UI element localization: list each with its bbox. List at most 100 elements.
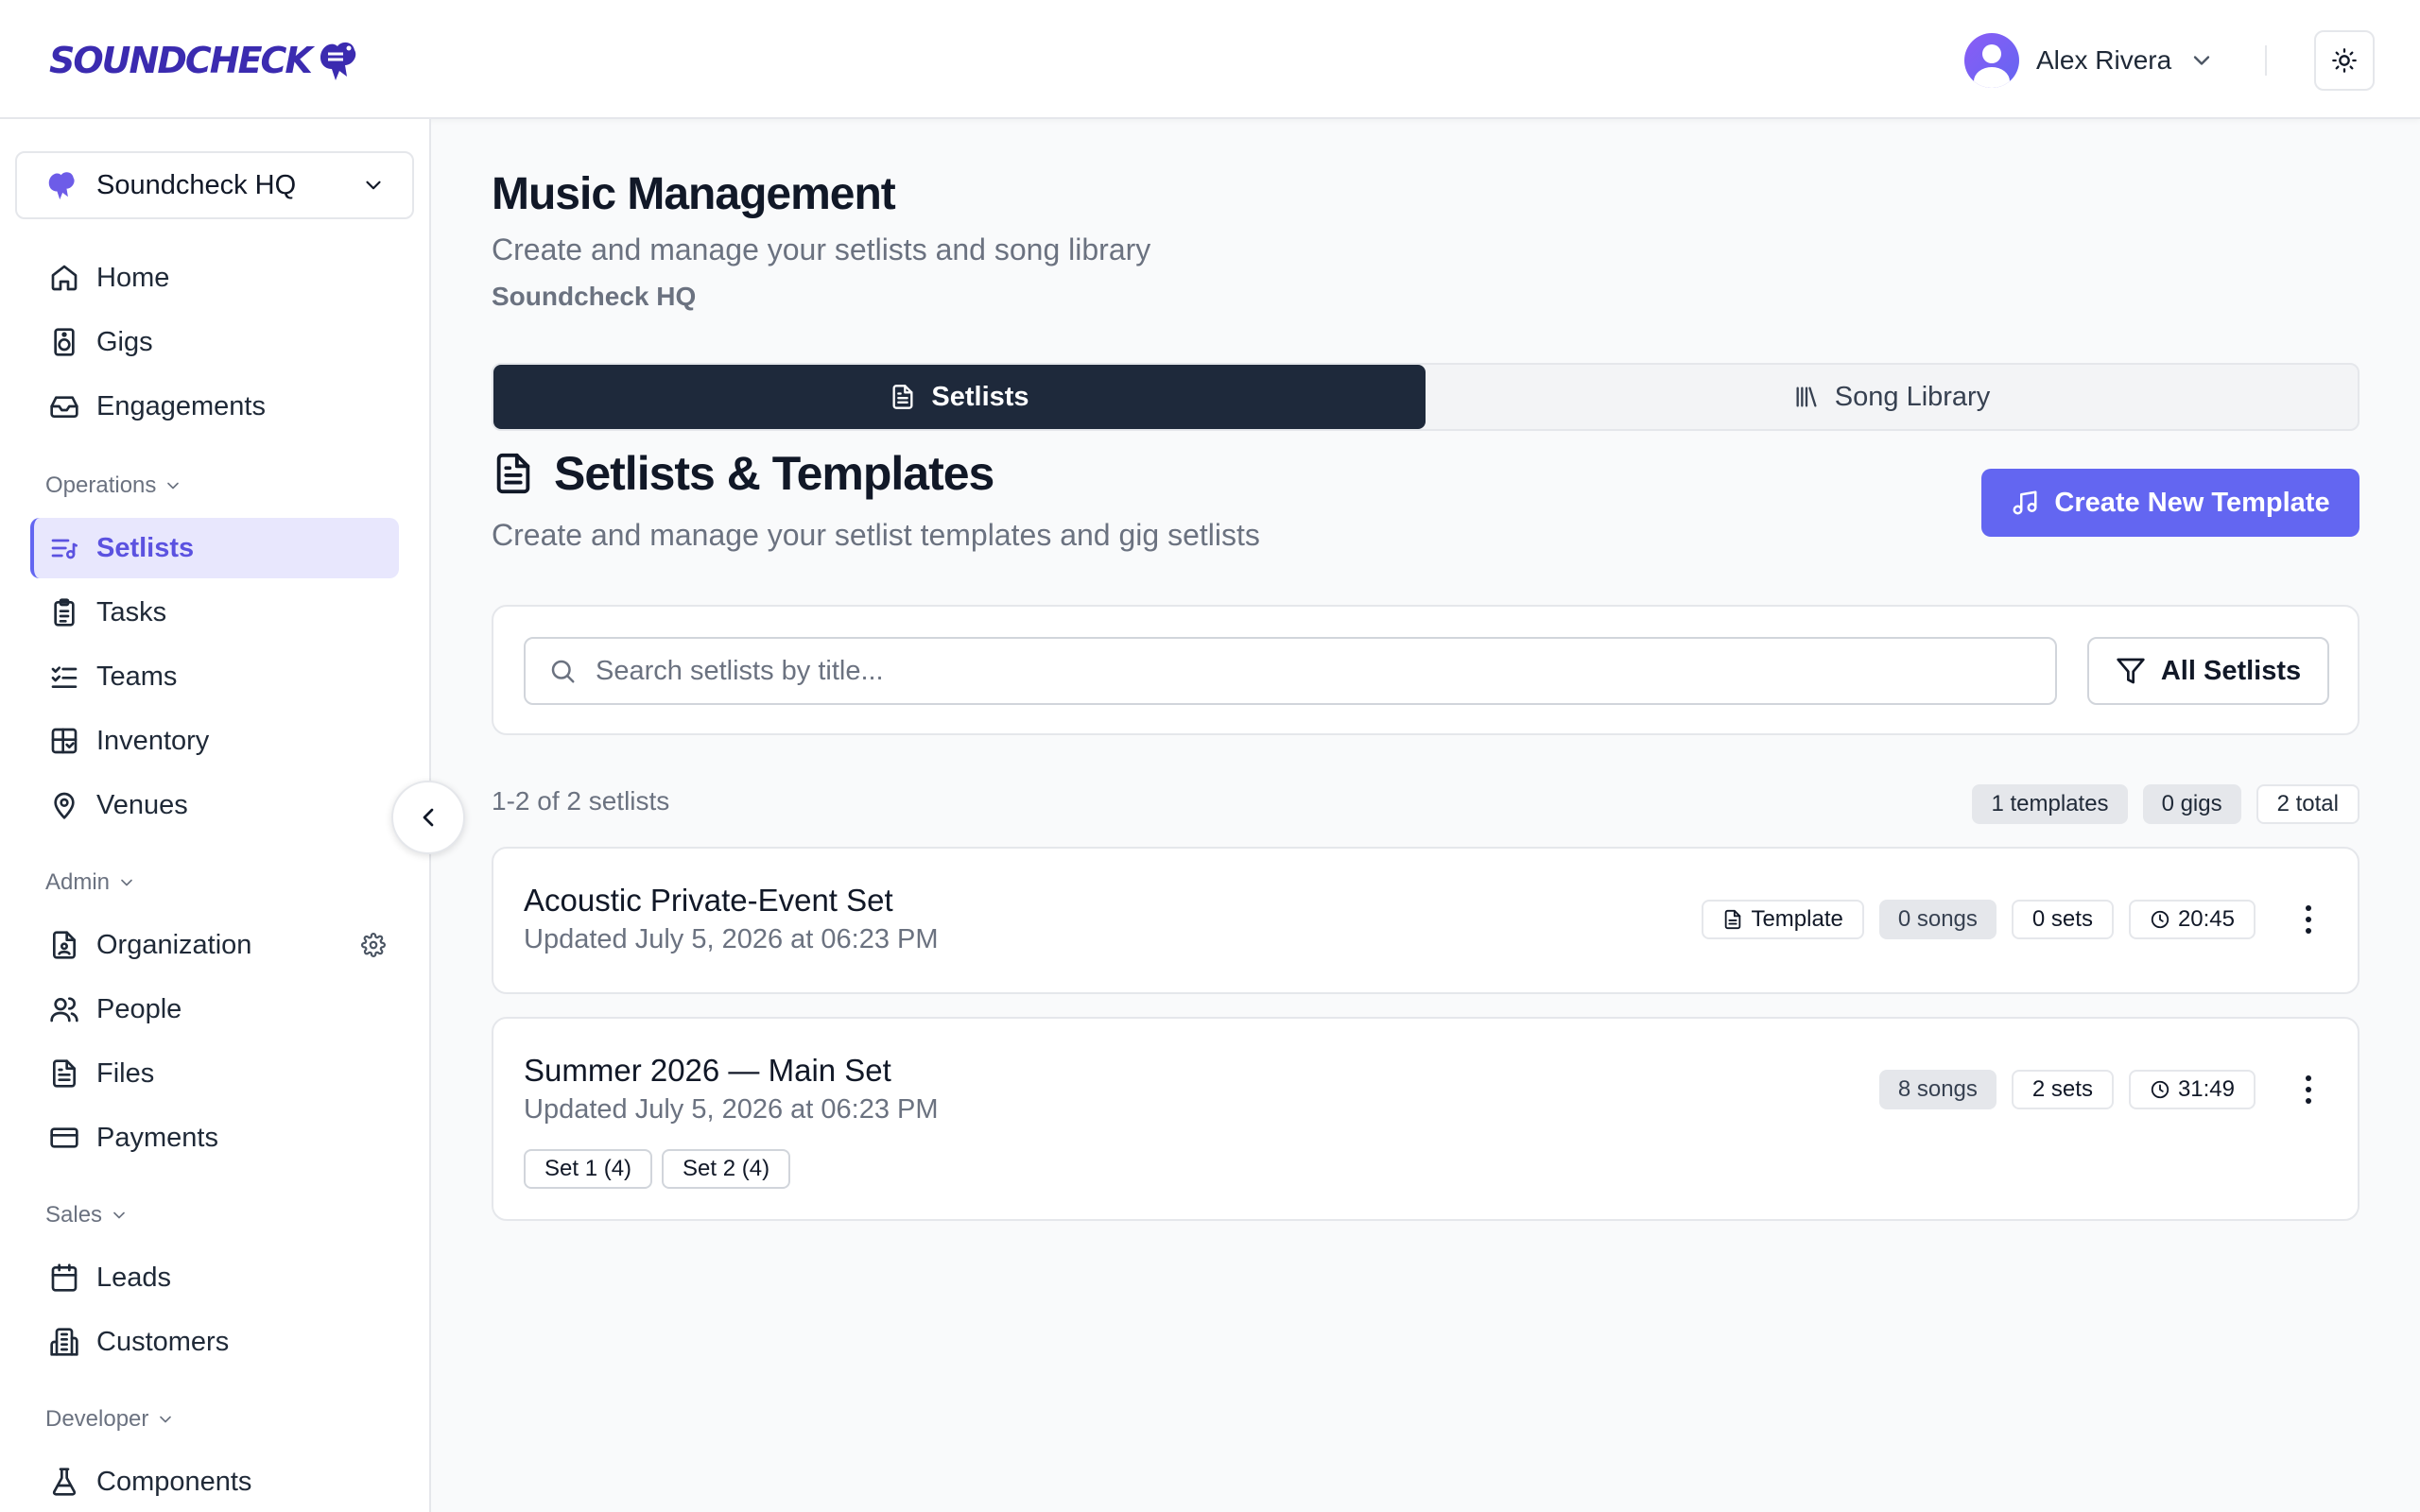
sidebar-item-label: Tasks [96,596,167,627]
results-count: 1-2 of 2 setlists [492,786,670,816]
stats-badges: 1 templates 0 gigs 2 total [1972,784,2360,824]
sidebar-item-people[interactable]: People [30,979,399,1040]
sidebar-item-label: Organization [96,929,252,960]
sidebar-item-components[interactable]: Components [30,1452,399,1512]
filter-icon [2117,658,2145,684]
section-label: Admin [45,869,111,895]
section-toggle-sales[interactable]: Sales [45,1202,129,1228]
tab-label: Song Library [1834,381,1991,412]
file-icon [53,1059,76,1088]
inbox-icon [50,396,78,418]
setlist-badges: 8 songs 2 sets 31:49 [1878,1070,2256,1109]
setlist-card[interactable]: Summer 2026 — Main Set Updated July 5, 2… [492,1017,2360,1221]
sidebar-item-label: Payments [96,1122,218,1153]
calendar-icon [51,1263,78,1292]
chevron-down-icon [160,1416,172,1423]
button-label: Create New Template [2054,487,2330,518]
sidebar-item-label: Venues [96,789,188,820]
sidebar-item-files[interactable]: Files [30,1043,399,1104]
setlist-title: Acoustic Private-Event Set [524,883,893,918]
sidebar-item-label: Setlists [96,532,195,563]
total-count-badge: 2 total [2256,784,2360,824]
create-new-template-button[interactable]: Create New Template [1981,469,2360,537]
section-toggle-developer[interactable]: Developer [45,1406,175,1433]
sidebar-item-gigs[interactable]: Gigs [30,312,399,372]
bird-logo-icon [320,42,356,80]
sidebar-item-customers[interactable]: Customers [30,1312,399,1372]
setlist-updated: Updated July 5, 2026 at 06:23 PM [524,924,939,954]
sets-count-badge: 2 sets [2011,1070,2114,1109]
section-toggle-operations[interactable]: Operations [45,472,182,499]
sidebar-item-label: Teams [96,661,178,692]
sidebar-collapse-button[interactable] [391,781,465,854]
all-setlists-filter-button[interactable]: All Setlists [2087,637,2329,705]
sidebar-item-setlists[interactable]: Setlists [30,518,399,578]
set-chip[interactable]: Set 1 (4) [524,1149,653,1189]
credit-card-icon [50,1127,78,1148]
theme-toggle-button[interactable] [2314,30,2375,91]
templates-count-badge: 1 templates [1972,784,2128,824]
sidebar-item-label: Files [96,1057,155,1089]
search-field[interactable] [524,637,2057,705]
flask-icon [52,1468,77,1496]
tab-setlists[interactable]: Setlists [493,365,1426,429]
set-chips: Set 1 (4) Set 2 (4) [524,1149,791,1189]
sidebar-item-leads[interactable]: Leads [30,1247,399,1308]
layout-grid-icon [51,728,78,754]
sidebar-item-tasks[interactable]: Tasks [30,582,399,643]
sidebar-item-organization[interactable]: Organization [30,915,399,975]
set-chip[interactable]: Set 2 (4) [662,1149,791,1189]
top-header: SOUNDCHECK Alex Rivera [0,0,2420,119]
section-label: Sales [45,1202,103,1228]
clock-icon [2151,1080,2169,1099]
setlist-badges: Template 0 songs 0 sets 20:45 [1702,900,2256,939]
home-icon [51,265,78,291]
gear-icon[interactable] [361,933,386,957]
chevron-down-icon [167,482,180,490]
sidebar-item-inventory[interactable]: Inventory [30,711,399,771]
org-switcher[interactable]: Soundcheck HQ [15,151,414,219]
duration-label: 31:49 [2177,1076,2235,1102]
users-icon [50,997,78,1022]
building-icon [50,1328,78,1356]
chevron-down-icon [113,1211,125,1219]
section-title: Setlists & Templates [554,447,994,500]
sidebar-item-venues[interactable]: Venues [30,775,399,835]
bird-logo-icon [48,172,75,200]
sidebar-item-home[interactable]: Home [30,248,399,308]
tab-song-library[interactable]: Song Library [1426,365,2358,429]
button-label: All Setlists [2160,655,2302,686]
songs-count-badge: 8 songs [1878,1070,1996,1109]
sidebar-item-label: People [96,993,182,1024]
sidebar-item-payments[interactable]: Payments [30,1108,399,1168]
setlist-updated: Updated July 5, 2026 at 06:23 PM [524,1094,939,1125]
section-header: Setlists & Templates [492,446,994,501]
more-options-icon[interactable] [2305,905,2312,934]
clipboard-icon [54,598,75,627]
chevron-down-icon [2194,56,2210,65]
tab-label: Setlists [931,381,1029,412]
section-toggle-admin[interactable]: Admin [45,869,136,896]
avatar [1964,33,2019,88]
section-subtitle: Create and manage your setlist templates… [492,518,1260,552]
more-options-icon[interactable] [2305,1075,2312,1104]
duration-badge: 20:45 [2128,900,2256,939]
speaker-icon [54,328,75,356]
list-music-icon [51,539,78,559]
search-input[interactable] [596,655,2014,687]
sidebar-item-label: Customers [96,1326,230,1357]
section-label: Developer [45,1406,149,1432]
library-icon [1796,387,1817,407]
soundcheck-logo[interactable]: SOUNDCHECK [49,34,358,87]
chevron-down-icon [121,879,132,886]
section-label: Operations [45,472,157,498]
chevron-left-icon [423,808,434,827]
sidebar-item-teams[interactable]: Teams [30,646,399,707]
setlist-title: Summer 2026 — Main Set [524,1053,891,1088]
setlist-card[interactable]: Acoustic Private-Event Set Updated July … [492,847,2360,994]
sidebar-item-label: Home [96,262,170,293]
user-menu[interactable]: Alex Rivera [1964,32,2215,89]
sidebar-item-engagements[interactable]: Engagements [30,376,399,437]
gigs-count-badge: 0 gigs [2142,784,2241,824]
chevron-down-icon [366,180,381,190]
